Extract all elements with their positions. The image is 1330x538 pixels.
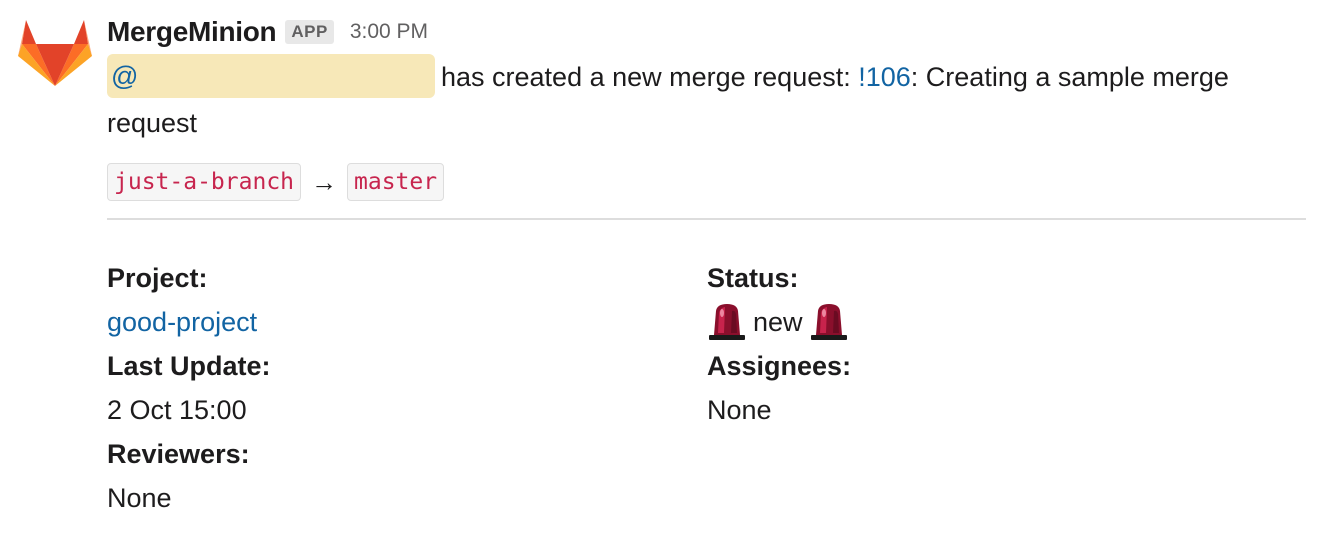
assignees-value: None	[707, 395, 772, 425]
branch-line: just-a-branch → master	[107, 162, 1307, 202]
rotating-light-icon	[707, 301, 747, 341]
message-text-before: has created a new merge request:	[441, 62, 859, 92]
app-badge: APP	[285, 20, 334, 44]
reviewers-value: None	[107, 483, 172, 513]
target-branch: master	[347, 163, 445, 201]
status-value: new	[707, 300, 1267, 344]
message: MergeMinion APP 3:00 PM @ has created a n…	[0, 0, 1330, 538]
source-branch: just-a-branch	[107, 163, 302, 201]
project-link[interactable]: good-project	[107, 300, 667, 344]
project-label: Project:	[107, 263, 208, 293]
reviewers-label: Reviewers:	[107, 439, 250, 469]
fields-left-column: Project: good-project Last Update: 2 Oct…	[107, 256, 667, 520]
assignees-label: Assignees:	[707, 351, 852, 381]
last-update-label: Last Update:	[107, 351, 271, 381]
gitlab-fox-icon[interactable]	[18, 16, 92, 90]
status-text: new	[753, 307, 803, 337]
message-header: MergeMinion APP 3:00 PM	[107, 14, 1307, 50]
fields-right-column: Status: new Assignees: None	[707, 256, 1267, 432]
message-text: @ has created a new merge request: !106: …	[107, 54, 1307, 146]
last-update-value: 2 Oct 15:00	[107, 395, 247, 425]
fields-section: Project: good-project Last Update: 2 Oct…	[107, 256, 1307, 516]
rotating-light-icon	[809, 301, 849, 341]
timestamp[interactable]: 3:00 PM	[350, 20, 428, 44]
user-mention[interactable]: @	[107, 54, 435, 98]
merge-request-link[interactable]: !106	[858, 62, 911, 92]
message-content: MergeMinion APP 3:00 PM @ has created a n…	[107, 14, 1307, 516]
divider	[107, 218, 1306, 220]
status-label: Status:	[707, 263, 799, 293]
sender-name[interactable]: MergeMinion	[107, 16, 277, 48]
arrow-right-icon: →	[311, 166, 338, 197]
